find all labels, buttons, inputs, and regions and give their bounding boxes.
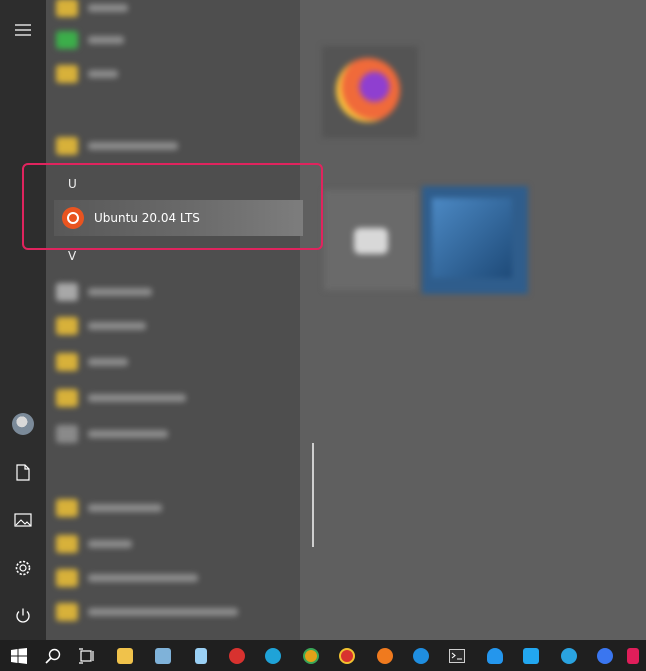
hamburger-menu-icon[interactable] bbox=[0, 8, 46, 52]
image-app-icon[interactable] bbox=[144, 640, 182, 671]
slack-icon[interactable] bbox=[620, 640, 646, 671]
section-header-v[interactable]: V bbox=[68, 249, 76, 263]
highlight-annotation bbox=[22, 163, 323, 250]
gear-icon[interactable] bbox=[0, 546, 46, 590]
pictures-icon[interactable] bbox=[0, 498, 46, 542]
tile-app[interactable] bbox=[324, 190, 418, 290]
task-view-icon[interactable] bbox=[68, 640, 106, 671]
telegram-icon[interactable] bbox=[550, 640, 588, 671]
chrome-alt-icon[interactable] bbox=[328, 640, 366, 671]
firefox-dev-icon[interactable] bbox=[402, 640, 440, 671]
windows-logo-icon[interactable] bbox=[0, 640, 38, 671]
taskbar bbox=[0, 640, 646, 671]
vscode-icon[interactable] bbox=[512, 640, 550, 671]
network-app-icon[interactable] bbox=[218, 640, 256, 671]
app-list bbox=[46, 0, 300, 640]
search-icon[interactable] bbox=[34, 640, 72, 671]
folder-icon[interactable] bbox=[106, 640, 144, 671]
terminal-icon[interactable] bbox=[438, 640, 476, 671]
edge-icon[interactable] bbox=[254, 640, 292, 671]
notepad-icon[interactable] bbox=[182, 640, 220, 671]
document-icon[interactable] bbox=[0, 450, 46, 494]
scrollbar[interactable] bbox=[312, 443, 314, 547]
tile-photos[interactable] bbox=[422, 186, 528, 294]
chrome-icon[interactable] bbox=[292, 640, 330, 671]
user-avatar-icon[interactable] bbox=[0, 402, 46, 446]
tiles-area bbox=[300, 0, 646, 640]
power-icon[interactable] bbox=[0, 594, 46, 638]
tile-firefox[interactable] bbox=[322, 46, 418, 138]
start-menu-rail bbox=[0, 0, 46, 640]
firefox-icon[interactable] bbox=[366, 640, 404, 671]
docker-icon[interactable] bbox=[476, 640, 514, 671]
chat-icon[interactable] bbox=[586, 640, 624, 671]
